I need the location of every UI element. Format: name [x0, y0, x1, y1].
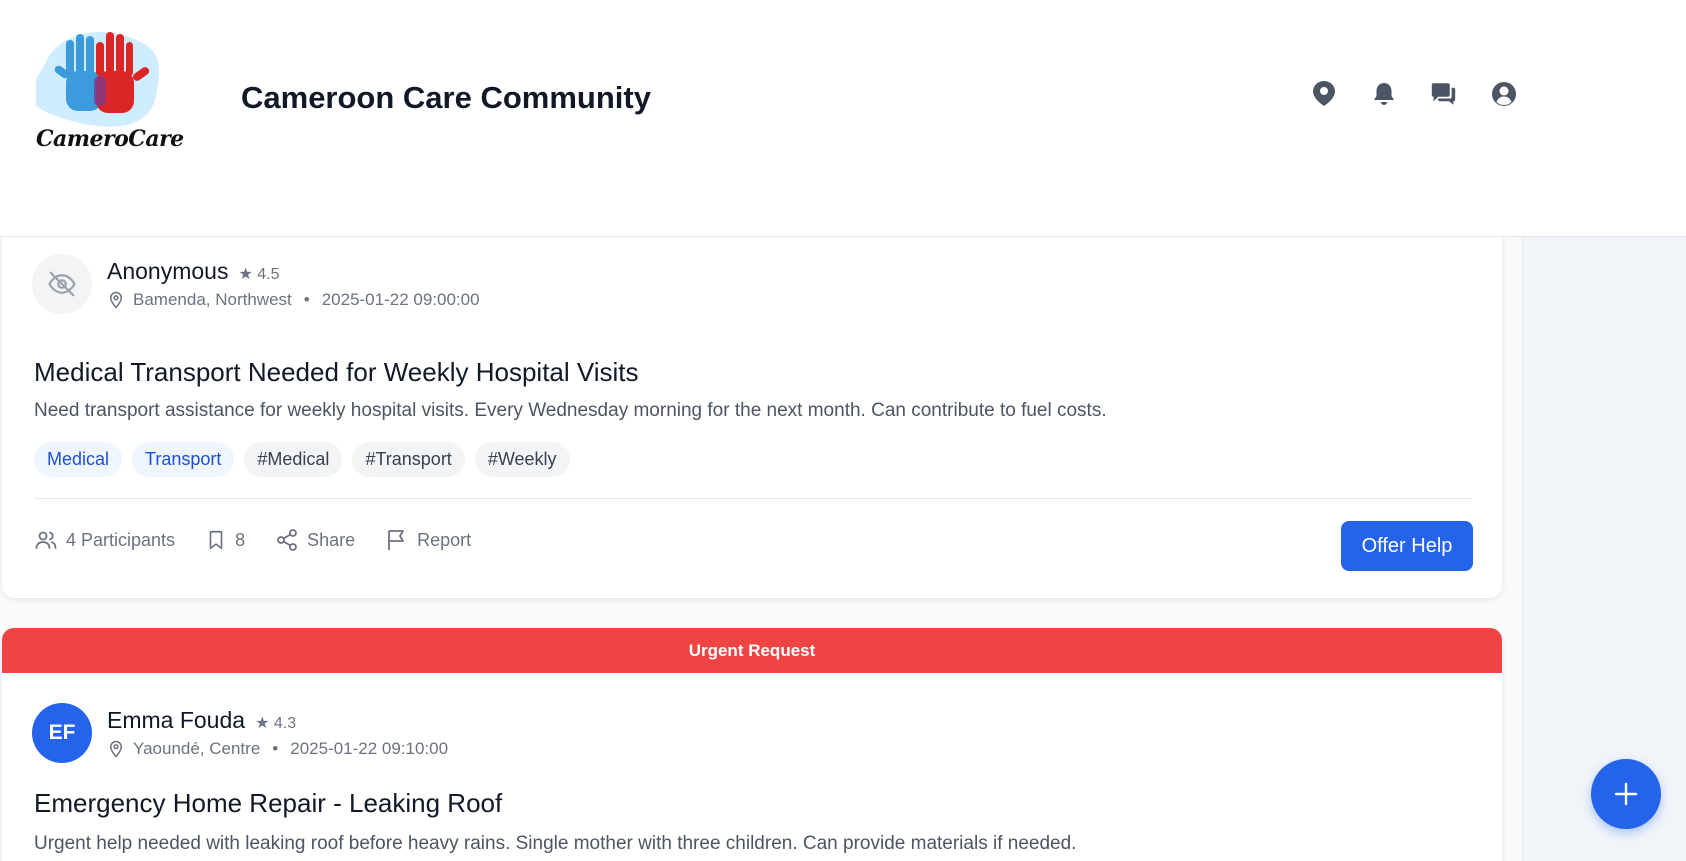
- post-actions: 4 Participants 8 Share Report: [34, 528, 471, 552]
- share-label: Share: [307, 529, 356, 550]
- bookmark-button[interactable]: 8: [205, 528, 245, 552]
- notifications-button[interactable]: [1370, 80, 1397, 107]
- anonymous-avatar: [32, 254, 92, 314]
- logo[interactable]: CameroCare: [30, 26, 184, 158]
- post-title[interactable]: Medical Transport Needed for Weekly Hosp…: [34, 357, 639, 388]
- hands-logo-icon: [30, 31, 159, 127]
- location-icon: [1312, 81, 1335, 106]
- category-tag-transport[interactable]: Transport: [132, 442, 235, 477]
- create-post-button[interactable]: [1591, 759, 1661, 829]
- post-timestamp: 2025-01-22 09:00:00: [321, 290, 480, 309]
- author-name[interactable]: Emma Fouda: [107, 707, 245, 734]
- share-button[interactable]: Share: [275, 528, 355, 552]
- post-location: Bamenda, Northwest: [133, 290, 292, 309]
- hashtag-weekly[interactable]: #Weekly: [474, 442, 570, 477]
- category-tag-medical[interactable]: Medical: [34, 442, 123, 477]
- post-card: Urgent Request EF Emma Fouda ★ 4.3 Yaoun…: [2, 628, 1502, 861]
- post-description: Need transport assistance for weekly hos…: [34, 400, 1107, 421]
- bell-icon: [1373, 82, 1394, 105]
- post-timestamp: 2025-01-22 09:10:00: [290, 739, 449, 758]
- chat-icon: [1431, 82, 1456, 105]
- bookmark-icon: [209, 530, 223, 550]
- hashtag-medical[interactable]: #Medical: [244, 442, 343, 477]
- map-pin-icon: [109, 740, 123, 758]
- post-location: Yaoundé, Centre: [133, 739, 261, 758]
- separator-dot: •: [272, 739, 279, 758]
- post-meta: Yaoundé, Centre • 2025-01-22 09:10:00: [107, 739, 448, 759]
- participants-button[interactable]: 4 Participants: [34, 528, 175, 552]
- hashtag-transport[interactable]: #Transport: [352, 442, 465, 477]
- participants-count: 4 Participants: [66, 529, 176, 550]
- share-icon: [277, 529, 297, 551]
- logo-text: CameroCare: [36, 126, 184, 152]
- post-author: Anonymous ★ 4.5 Bamenda, Northwest • 202…: [32, 254, 480, 314]
- report-label: Report: [417, 529, 472, 550]
- messages-button[interactable]: [1430, 80, 1457, 107]
- author-name[interactable]: Anonymous: [107, 258, 228, 285]
- post-description: Urgent help needed with leaking roof bef…: [34, 833, 1077, 854]
- offer-help-button[interactable]: Offer Help: [1341, 521, 1473, 571]
- author-rating: ★ 4.5: [238, 266, 280, 283]
- location-button[interactable]: [1310, 80, 1337, 107]
- author-rating: ★ 4.3: [255, 715, 297, 732]
- separator-dot: •: [303, 290, 310, 309]
- post-tags: Medical Transport #Medical #Transport #W…: [34, 442, 570, 477]
- user-icon: [1491, 81, 1516, 106]
- post-title[interactable]: Emergency Home Repair - Leaking Roof: [34, 788, 502, 819]
- bookmark-count: 8: [235, 529, 246, 550]
- users-icon: [35, 531, 57, 549]
- post-meta: Bamenda, Northwest • 2025-01-22 09:00:00: [107, 290, 480, 310]
- eye-off-icon: [48, 271, 76, 297]
- app-header: CameroCare Cameroon Care Community: [0, 0, 1686, 237]
- map-pin-icon: [109, 291, 123, 309]
- plus-icon: [1614, 782, 1638, 806]
- profile-button[interactable]: [1490, 80, 1517, 107]
- flag-icon: [388, 530, 405, 550]
- app-title: Cameroon Care Community: [241, 80, 651, 115]
- avatar[interactable]: EF: [32, 703, 92, 763]
- card-divider: [34, 498, 1472, 499]
- header-actions: [1310, 80, 1517, 107]
- post-author: EF Emma Fouda ★ 4.3 Yaoundé, Centre • 20…: [32, 703, 448, 763]
- report-button[interactable]: Report: [385, 528, 471, 552]
- urgent-banner: Urgent Request: [2, 628, 1502, 673]
